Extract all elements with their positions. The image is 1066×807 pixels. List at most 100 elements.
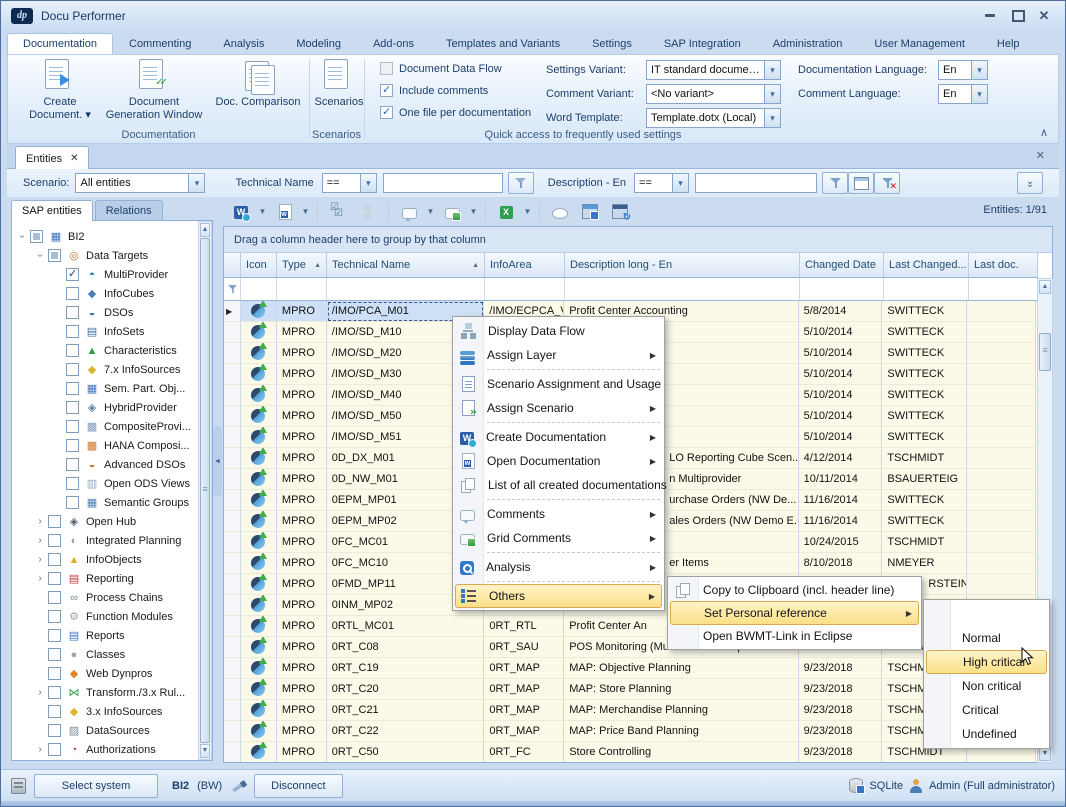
chevron-down-icon[interactable] bbox=[764, 84, 781, 104]
technical-name-operator-select[interactable]: == bbox=[322, 173, 377, 193]
column-header-infoarea[interactable]: InfoArea bbox=[485, 253, 565, 278]
checkbox-include-comments[interactable]: Include comments bbox=[380, 84, 488, 97]
comments-button[interactable] bbox=[395, 201, 423, 223]
chevron-down-icon[interactable] bbox=[764, 60, 781, 80]
filter-cell[interactable] bbox=[800, 278, 884, 301]
checkbox-icon[interactable] bbox=[48, 629, 61, 642]
tree-item-infosets[interactable]: ▤InfoSets bbox=[52, 322, 144, 341]
checkbox-document-data-flow[interactable]: Document Data Flow bbox=[380, 62, 502, 75]
collapse-ribbon-icon[interactable]: ∧ bbox=[1040, 126, 1048, 139]
ribbon-tab-add-ons[interactable]: Add-ons bbox=[357, 33, 430, 54]
checkbox-icon[interactable] bbox=[380, 62, 393, 75]
refresh-grid-button[interactable] bbox=[606, 201, 634, 223]
checkbox-icon[interactable] bbox=[48, 667, 61, 680]
ribbon-tab-templates-and-variants[interactable]: Templates and Variants bbox=[430, 33, 576, 54]
tree-item-datasources[interactable]: ▨DataSources bbox=[34, 721, 150, 740]
menu-item-assign-scenario[interactable]: Assign Scenario▶ bbox=[455, 396, 662, 420]
expand-icon[interactable]: › bbox=[34, 687, 46, 698]
disconnect-button[interactable]: Disconnect bbox=[254, 774, 342, 798]
checkbox-icon[interactable] bbox=[48, 591, 61, 604]
apply-filter-button[interactable] bbox=[822, 172, 848, 194]
tree-item-advanced-dsos[interactable]: ◒Advanced DSOs bbox=[52, 455, 185, 474]
tree-item-3-x-infosources[interactable]: ◆3.x InfoSources bbox=[34, 702, 162, 721]
filter-editor-button[interactable] bbox=[848, 172, 874, 194]
filter-cell[interactable] bbox=[241, 278, 277, 301]
tree-item-sem-part-obj-[interactable]: ▦Sem. Part. Obj... bbox=[52, 379, 185, 398]
menu-item-set-personal-reference[interactable]: Set Personal reference▶ bbox=[670, 601, 919, 625]
collapse-icon[interactable]: › bbox=[17, 231, 28, 243]
checkbox-icon[interactable] bbox=[48, 705, 61, 718]
ribbon-tab-analysis[interactable]: Analysis bbox=[207, 33, 280, 54]
table-row[interactable]: MPRO0RT_C500RT_FCStore Controlling9/23/2… bbox=[224, 742, 1036, 762]
tree-item-data-targets[interactable]: ›◎Data Targets bbox=[34, 246, 148, 265]
tree-item-infoobjects[interactable]: ›▲InfoObjects bbox=[34, 550, 142, 569]
current-user[interactable]: Admin (Full administrator) bbox=[929, 780, 1055, 792]
scroll-up-icon[interactable]: ▲ bbox=[1039, 280, 1051, 294]
tree-item-dsos[interactable]: ◒DSOs bbox=[52, 303, 133, 322]
minimize-button[interactable] bbox=[977, 7, 1003, 24]
table-row[interactable]: MPRO0RT_C200RT_MAPMAP: Store Planning9/2… bbox=[224, 679, 1036, 700]
tree-item-reports[interactable]: ▤Reports bbox=[34, 626, 125, 645]
filter-cell[interactable] bbox=[565, 278, 800, 301]
tree-item-analysis-processes[interactable]: ◉Analysis Processes bbox=[34, 759, 181, 761]
document-generation-window-button[interactable]: DocumentGeneration Window bbox=[104, 59, 204, 122]
chevron-down-icon[interactable] bbox=[188, 173, 205, 193]
column-header-last-changed-[interactable]: Last Changed... bbox=[884, 253, 969, 278]
ribbon-tab-administration[interactable]: Administration bbox=[757, 33, 859, 54]
tree-item-semantic-groups[interactable]: ▦Semantic Groups bbox=[52, 493, 189, 512]
column-header-changed-date[interactable]: Changed Date bbox=[800, 253, 884, 278]
scenario-select[interactable]: All entities bbox=[75, 173, 205, 193]
expand-icon[interactable]: › bbox=[34, 554, 46, 565]
tree-item-multiprovider[interactable]: ◓MultiProvider bbox=[52, 265, 168, 284]
description-filter-input[interactable] bbox=[695, 173, 817, 193]
ribbon-tab-user-management[interactable]: User Management bbox=[858, 33, 981, 54]
expand-filters-button[interactable]: ⌄⌄ bbox=[1017, 172, 1043, 194]
group-by-bar[interactable]: Drag a column header here to group by th… bbox=[224, 227, 1052, 253]
menu-item-comments[interactable]: Comments▶ bbox=[455, 502, 662, 526]
expand-icon[interactable]: › bbox=[34, 535, 46, 546]
tree-scrollbar[interactable]: ▲ ▼ bbox=[198, 221, 212, 760]
checkbox-icon[interactable] bbox=[380, 106, 393, 119]
menu-item-create-documentation[interactable]: Create Documentation▶ bbox=[455, 425, 662, 449]
field-select[interactable]: Template.dotx (Local) bbox=[646, 108, 781, 128]
ribbon-tab-sap-integration[interactable]: SAP Integration bbox=[648, 33, 757, 54]
create-documentation-button[interactable] bbox=[227, 201, 255, 223]
tree-item-authorizations[interactable]: ›◔Authorizations bbox=[34, 740, 156, 759]
checkbox-icon[interactable] bbox=[48, 686, 61, 699]
column-header-icon[interactable]: Icon bbox=[241, 253, 277, 278]
tab-relations[interactable]: Relations bbox=[95, 200, 163, 221]
column-header-type[interactable]: Type▲ bbox=[277, 253, 327, 278]
scrollbar-thumb[interactable] bbox=[1039, 333, 1051, 371]
filter-cell[interactable] bbox=[327, 278, 485, 301]
maximize-button[interactable] bbox=[1005, 7, 1031, 24]
checkbox-icon[interactable] bbox=[48, 572, 61, 585]
menu-item-undefined[interactable]: Undefined bbox=[926, 722, 1047, 746]
checkbox-icon[interactable] bbox=[48, 534, 61, 547]
column-header-description-long-en[interactable]: Description long - En bbox=[565, 253, 800, 278]
tab-close-icon[interactable]: ✕ bbox=[70, 154, 78, 164]
pane-close-icon[interactable]: ✕ bbox=[1036, 150, 1045, 161]
ribbon-tab-help[interactable]: Help bbox=[981, 33, 1036, 54]
quick-comment-button[interactable] bbox=[546, 201, 574, 223]
expand-icon[interactable]: › bbox=[34, 744, 46, 755]
menu-item-grid-comments[interactable]: Grid Comments▶ bbox=[455, 526, 662, 550]
ribbon-tab-documentation[interactable]: Documentation bbox=[7, 33, 113, 54]
checkbox-one-file-per-documentation[interactable]: One file per documentation bbox=[380, 106, 531, 119]
tree-item-hybridprovider[interactable]: ◈HybridProvider bbox=[52, 398, 177, 417]
menu-item-open-documentation[interactable]: Open Documentation▶ bbox=[455, 449, 662, 473]
tab-sap-entities[interactable]: SAP entities bbox=[11, 200, 93, 221]
checkbox-icon[interactable] bbox=[380, 84, 393, 97]
field-select[interactable]: IT standard documen... bbox=[646, 60, 781, 80]
table-row[interactable]: MPRO0RT_C210RT_MAPMAP: Merchandise Plann… bbox=[224, 700, 1036, 721]
checkbox-icon[interactable] bbox=[48, 610, 61, 623]
menu-item-open-bwmt-link-in-eclipse[interactable]: Open BWMT-Link in Eclipse bbox=[670, 625, 919, 647]
filter-cell[interactable] bbox=[277, 278, 327, 301]
menu-item-copy-to-clipboard-incl-header-line-[interactable]: Copy to Clipboard (incl. header line) bbox=[670, 579, 919, 601]
column-header-last-doc-[interactable]: Last doc. bbox=[969, 253, 1038, 278]
tree-item-infocubes[interactable]: ◆InfoCubes bbox=[52, 284, 154, 303]
checkbox-icon[interactable] bbox=[66, 401, 79, 414]
open-documentation-button[interactable] bbox=[270, 201, 298, 223]
checkbox-icon[interactable] bbox=[66, 420, 79, 433]
panel-splitter[interactable]: ◄ bbox=[213, 426, 222, 496]
scroll-down-icon[interactable]: ▼ bbox=[200, 744, 210, 758]
